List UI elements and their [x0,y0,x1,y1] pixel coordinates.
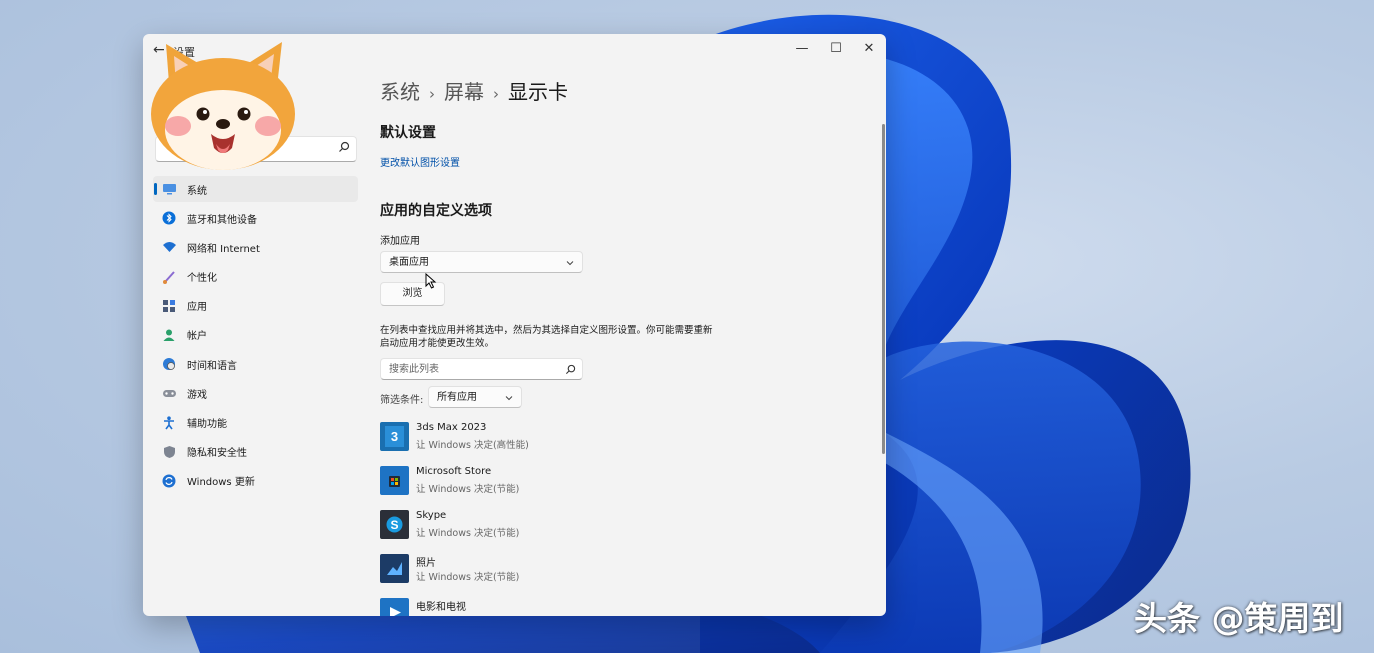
apps-icon [161,298,177,314]
sidebar-item-accounts[interactable]: 帐户 [153,322,358,348]
sidebar-item-label: 网络和 Internet [187,243,260,255]
default-settings-title: 默认设置 [380,125,436,141]
brush-icon [161,269,177,285]
sidebar-item-apps[interactable]: 应用 [153,293,358,319]
shield-icon [161,444,177,460]
accessibility-icon [161,415,177,431]
app-list-item-microsoft-store[interactable]: Microsoft Store 让 Windows 决定(节能) [380,464,680,498]
add-app-label: 添加应用 [380,236,420,247]
clock-globe-icon [161,356,177,372]
sidebar-item-label: 蓝牙和其他设备 [187,214,257,226]
monitor-icon [161,181,177,197]
app-gpu-preference: 让 Windows 决定(节能) [416,484,520,495]
sidebar-item-label: 辅助功能 [187,419,227,430]
app-list-item-3dsmax[interactable]: 3 3ds Max 2023 让 Windows 决定(高性能) [380,420,680,454]
main-content: 系统 › 屏幕 › 显示卡 默认设置 更改默认图形设置 应用的自定义选项 添加应用 桌面… [380,34,860,616]
breadcrumb-item-system[interactable]: 系统 [380,80,420,104]
breadcrumb-separator: › [493,85,499,103]
svg-text:3: 3 [391,429,398,444]
app-name: Skype [416,510,447,521]
filter-dropdown[interactable]: 所有应用 [428,386,522,408]
app-type-selected: 桌面应用 [389,257,429,268]
sidebar-item-label: 游戏 [187,389,207,401]
svg-text:S: S [390,518,398,532]
sidebar-item-personalization[interactable]: 个性化 [153,264,358,290]
app-gpu-preference: 让 Windows 决定(高性能) [416,440,529,451]
mouse-cursor-icon [425,273,437,289]
sidebar-item-gaming[interactable]: 游戏 [153,380,358,406]
shiba-mascot-sticker [151,42,295,170]
3dsmax-icon: 3 [380,422,409,451]
sidebar-item-label: 时间和语言 [187,360,237,372]
app-name: 电影和电视 [416,602,466,613]
app-list-item-photos[interactable]: 照片 让 Windows 决定(节能) [380,552,680,586]
sidebar-item-bluetooth[interactable]: 蓝牙和其他设备 [153,205,358,231]
app-list-search-input[interactable]: 搜索此列表 [380,358,583,380]
app-list-search-placeholder: 搜索此列表 [389,364,439,375]
sidebar-item-accessibility[interactable]: 辅助功能 [153,410,358,436]
breadcrumb-item-graphics: 显示卡 [508,80,568,104]
sidebar-item-label: 应用 [187,302,207,314]
person-icon [161,327,177,343]
app-name: 照片 [416,558,436,569]
gamepad-icon [161,385,177,401]
app-gpu-preference: 让 Windows 决定(节能) [416,572,520,583]
sidebar-item-label: Windows 更新 [187,477,255,489]
sidebar-item-label: 系统 [187,185,207,197]
wifi-icon [161,239,177,255]
skype-icon: S [380,510,409,539]
app-list-item-skype[interactable]: S Skype 让 Windows 决定(节能) [380,508,680,542]
sidebar-item-privacy[interactable]: 隐私和安全性 [153,439,358,465]
chevron-down-icon [566,261,574,266]
settings-window: ← 设置 — ☐ ✕ 系统 蓝牙和其他设备 网络和 Internet 个性化 应… [143,34,886,616]
vertical-scrollbar[interactable] [882,124,885,454]
bluetooth-icon [161,210,177,226]
movies-icon [380,598,409,616]
filter-selected: 所有应用 [437,392,477,403]
app-name: 3ds Max 2023 [416,422,487,433]
app-gpu-preference: 让 Windows 决定(节能) [416,528,520,539]
sidebar-item-time-language[interactable]: 时间和语言 [153,351,358,377]
breadcrumb-item-display[interactable]: 屏幕 [444,80,484,104]
app-name: Microsoft Store [416,466,492,477]
filter-label: 筛选条件: [380,395,424,406]
update-icon [161,473,177,489]
store-icon [380,466,409,495]
sidebar-item-label: 隐私和安全性 [187,448,247,460]
sidebar-item-network[interactable]: 网络和 Internet [153,234,358,260]
chevron-down-icon [505,396,513,401]
photos-icon [380,554,409,583]
app-type-dropdown[interactable]: 桌面应用 [380,251,583,273]
app-list-item-movies-tv[interactable]: 电影和电视 [380,596,680,616]
sidebar-item-label: 帐户 [187,331,207,343]
instruction-text: 在列表中查找应用并将其选中，然后为其选择自定义图形设置。你可能需要重新启动应用才… [380,325,713,349]
custom-options-title: 应用的自定义选项 [380,203,492,219]
search-icon [339,141,350,152]
breadcrumb: 系统 › 屏幕 › 显示卡 [380,76,568,105]
breadcrumb-separator: › [429,85,435,103]
sidebar-nav: 系统 蓝牙和其他设备 网络和 Internet 个性化 应用 帐户 时间和语言 [153,176,358,497]
watermark: 头条 @策周到 [1134,599,1344,638]
sidebar-item-system[interactable]: 系统 [153,176,358,202]
sidebar-item-label: 个性化 [187,273,217,285]
sidebar-item-windows-update[interactable]: Windows 更新 [153,468,358,494]
change-default-graphics-link[interactable]: 更改默认图形设置 [380,154,460,169]
search-icon [565,364,576,375]
